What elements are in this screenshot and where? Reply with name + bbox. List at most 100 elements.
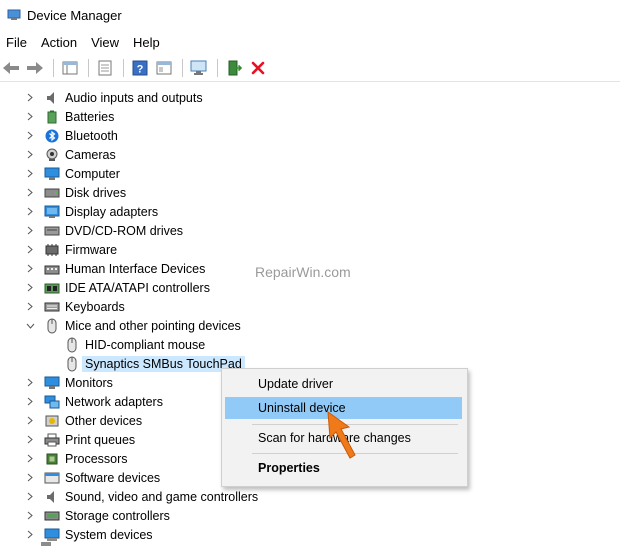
menu-action[interactable]: Action <box>34 35 84 50</box>
tree-item-other-devices[interactable]: Other devices <box>24 411 142 430</box>
computer-icon <box>44 166 60 182</box>
tree-item-synaptics-touchpad[interactable]: Synaptics SMBus TouchPad <box>64 354 245 373</box>
software-icon <box>44 470 60 486</box>
tree-item-processors[interactable]: Processors <box>24 449 128 468</box>
chevron-right-icon[interactable] <box>24 282 36 294</box>
mouse-icon <box>44 318 60 334</box>
tree-item-label: Print queues <box>65 432 136 447</box>
chevron-right-icon[interactable] <box>24 396 36 408</box>
tree-item-keyboards[interactable]: Keyboards <box>24 297 125 316</box>
toolbar-separator <box>217 59 218 77</box>
tree-item-hid-mouse[interactable]: HID-compliant mouse <box>64 335 205 354</box>
camera-icon <box>44 147 60 163</box>
tree-item-label: Firmware <box>65 242 118 257</box>
tree-item-label: IDE ATA/ATAPI controllers <box>65 280 210 295</box>
tree-item-label: Human Interface Devices <box>65 261 206 276</box>
tree-item-monitors[interactable]: Monitors <box>24 373 113 392</box>
tree-item-print-queues[interactable]: Print queues <box>24 430 135 449</box>
chevron-right-icon[interactable] <box>24 472 36 484</box>
tree-item-disk-drives[interactable]: Disk drives <box>24 183 126 202</box>
tree-item-label: Computer <box>65 166 120 181</box>
chevron-right-icon[interactable] <box>24 529 36 541</box>
ide-icon <box>44 280 60 296</box>
monitor-scan-icon[interactable] <box>188 57 210 79</box>
tree-item-sound[interactable]: Sound, video and game controllers <box>24 487 258 506</box>
tree-item-label: Mice and other pointing devices <box>65 318 241 333</box>
network-icon <box>44 394 60 410</box>
forward-icon[interactable] <box>24 57 46 79</box>
chevron-down-icon[interactable] <box>24 320 36 332</box>
tree-item-hid[interactable]: Human Interface Devices <box>24 259 205 278</box>
tree-item-label: Batteries <box>65 109 115 124</box>
chevron-right-icon[interactable] <box>24 244 36 256</box>
tree-item-label: HID-compliant mouse <box>85 337 206 352</box>
firmware-icon <box>44 242 60 258</box>
toolbar-separator <box>182 59 183 77</box>
tree-item-batteries[interactable]: Batteries <box>24 107 114 126</box>
properties-icon[interactable] <box>94 57 116 79</box>
help-icon[interactable]: ? <box>129 57 151 79</box>
chevron-right-icon[interactable] <box>24 415 36 427</box>
toolbar-separator <box>53 59 54 77</box>
chevron-right-icon[interactable] <box>24 377 36 389</box>
keyboard-icon <box>44 299 60 315</box>
chevron-right-icon[interactable] <box>24 187 36 199</box>
tree-item-storage[interactable]: Storage controllers <box>24 506 170 525</box>
panel-icon[interactable] <box>153 57 175 79</box>
other-devices-icon <box>44 413 60 429</box>
menu-view[interactable]: View <box>84 35 126 50</box>
toolbar-separator <box>88 59 89 77</box>
title-bar: Device Manager <box>0 0 620 30</box>
tree-item-cameras[interactable]: Cameras <box>24 145 116 164</box>
chevron-right-icon[interactable] <box>24 111 36 123</box>
chevron-right-icon[interactable] <box>24 92 36 104</box>
tree-item-label: Network adapters <box>65 394 163 409</box>
tree-item-label: Display adapters <box>65 204 159 219</box>
tree-item-bluetooth[interactable]: Bluetooth <box>24 126 118 145</box>
chevron-right-icon[interactable] <box>24 491 36 503</box>
tree-item-partial <box>40 542 52 547</box>
tree-item-label: DVD/CD-ROM drives <box>65 223 184 238</box>
chevron-right-icon[interactable] <box>24 453 36 465</box>
chevron-right-icon[interactable] <box>24 263 36 275</box>
tree-item-ide[interactable]: IDE ATA/ATAPI controllers <box>24 278 210 297</box>
device-manager-icon <box>7 9 21 20</box>
tree-item-mice[interactable]: Mice and other pointing devices <box>24 316 241 335</box>
tree-item-label: Keyboards <box>65 299 125 314</box>
tree-item-software-devices[interactable]: Software devices <box>24 468 160 487</box>
chevron-right-icon[interactable] <box>24 301 36 313</box>
tree-item-audio[interactable]: Audio inputs and outputs <box>24 88 203 107</box>
tree-item-firmware[interactable]: Firmware <box>24 240 117 259</box>
toolbar-separator <box>123 59 124 77</box>
tree-item-label: Sound, video and game controllers <box>65 489 259 504</box>
speaker-icon <box>44 90 60 106</box>
disk-icon <box>44 185 60 201</box>
tree-item-label: Other devices <box>65 413 143 428</box>
update-driver-icon[interactable] <box>223 57 245 79</box>
uninstall-x-icon[interactable] <box>247 57 269 79</box>
chevron-right-icon[interactable] <box>24 510 36 522</box>
sound-icon <box>44 489 60 505</box>
chevron-right-icon[interactable] <box>24 130 36 142</box>
chevron-right-icon[interactable] <box>24 434 36 446</box>
tree-item-display-adapters[interactable]: Display adapters <box>24 202 158 221</box>
tree-item-network[interactable]: Network adapters <box>24 392 163 411</box>
tree-item-dvd[interactable]: DVD/CD-ROM drives <box>24 221 183 240</box>
menu-item-update-driver[interactable]: Update driver <box>225 373 462 395</box>
tree-item-label: Software devices <box>65 470 161 485</box>
watermark: RepairWin.com <box>255 264 351 280</box>
chevron-right-icon[interactable] <box>24 168 36 180</box>
mouse-icon <box>64 356 80 372</box>
chevron-right-icon[interactable] <box>24 225 36 237</box>
display-adapter-icon <box>44 204 60 220</box>
battery-icon <box>44 109 60 125</box>
chevron-right-icon[interactable] <box>24 149 36 161</box>
menu-help[interactable]: Help <box>126 35 167 50</box>
back-icon[interactable] <box>0 57 22 79</box>
processor-icon <box>44 451 60 467</box>
storage-icon <box>44 508 60 524</box>
chevron-right-icon[interactable] <box>24 206 36 218</box>
menu-file[interactable]: File <box>0 35 34 50</box>
tree-view-icon[interactable] <box>59 57 81 79</box>
tree-item-computer[interactable]: Computer <box>24 164 120 183</box>
